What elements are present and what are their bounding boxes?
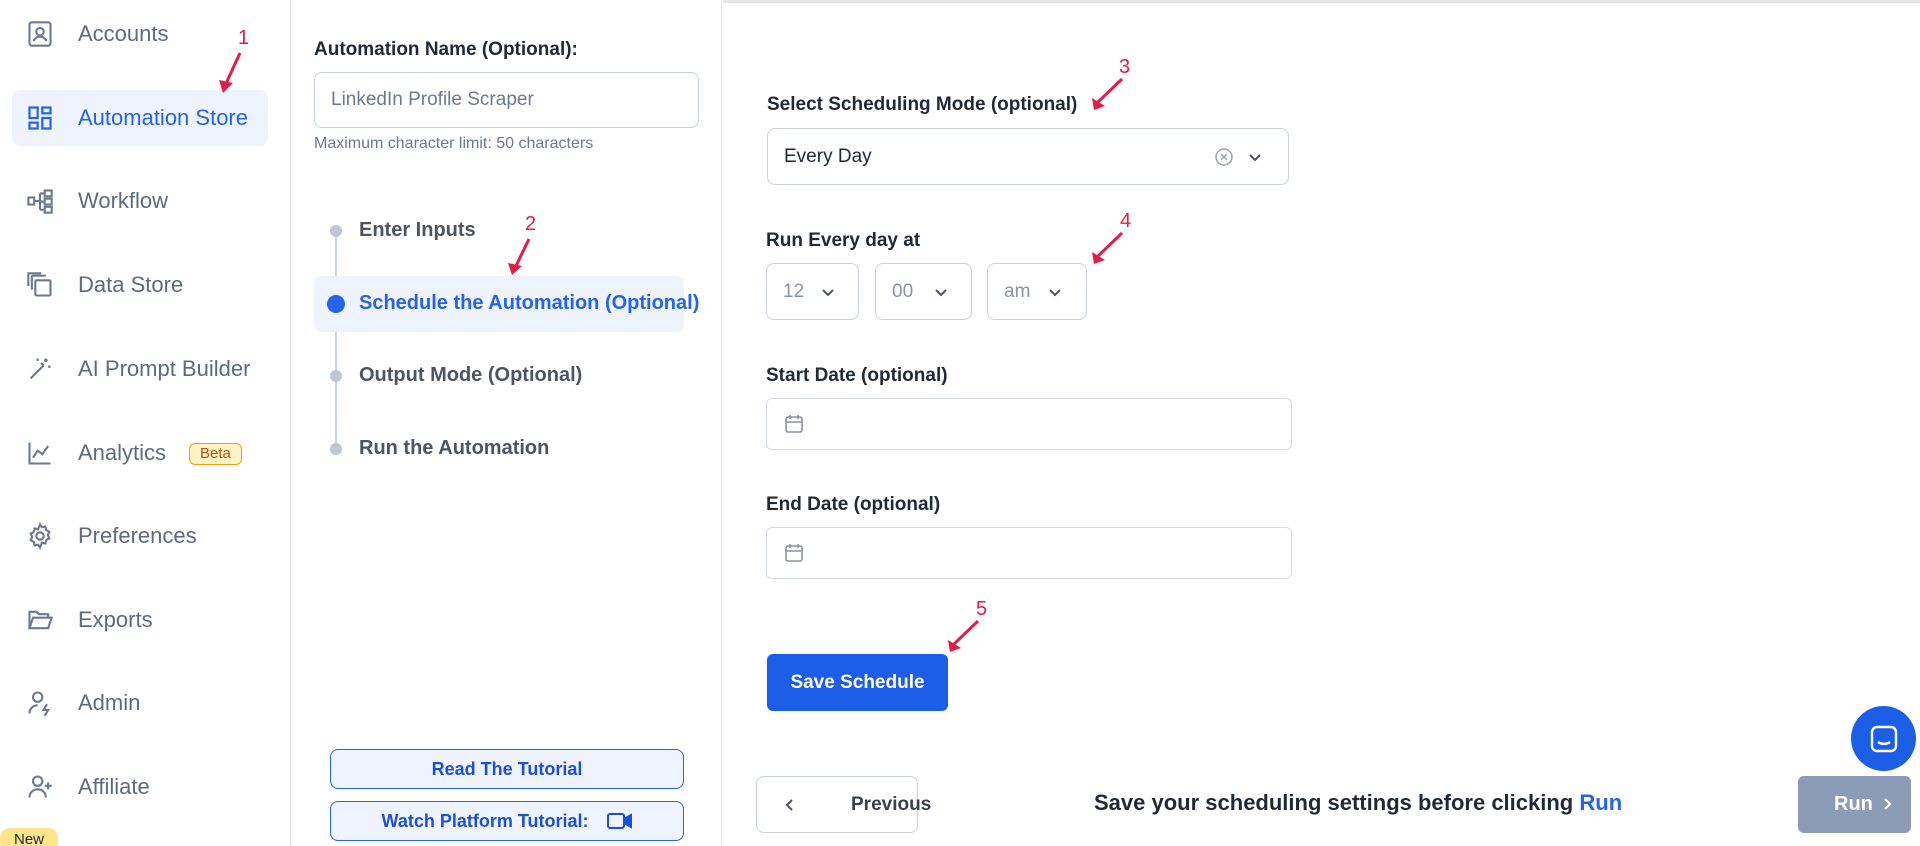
sidebar-item-label: Admin [78,690,141,715]
gear-icon [29,522,51,550]
minute-select[interactable]: 00 [875,263,972,320]
step-dot [330,370,342,382]
hint-text: Save your scheduling settings before cli… [1094,790,1574,815]
workflow-icon [27,189,53,214]
sidebar-item-affiliate[interactable]: Affiliate [12,759,268,815]
sidebar: Accounts Automation Store Workflow Data … [0,0,291,846]
step-output-mode[interactable]: Output Mode (Optional) [314,348,684,404]
video-camera-icon [606,813,632,829]
sidebar-item-preferences[interactable]: Preferences [12,508,268,564]
steps-connector-line [335,230,337,448]
ampm-select[interactable]: am [987,263,1087,320]
step-label: Run the Automation [359,437,550,459]
annotation-arrow [948,619,980,652]
beta-badge: Beta [189,443,242,465]
chevron-down-icon [1249,154,1261,162]
hour-select[interactable]: 12 [766,263,859,320]
line-chart-icon [28,442,51,465]
run-button[interactable]: Run [1798,776,1911,833]
sidebar-item-exports[interactable]: Exports [12,592,268,648]
sidebar-item-data-store[interactable]: Data Store [12,257,268,313]
chevron-down-icon [935,289,947,297]
schedule-panel: Select Scheduling Mode (optional) Every … [723,0,1920,846]
run-label: Run [1834,793,1873,815]
chat-icon [1870,725,1898,753]
hint-run-accent: Run [1579,790,1623,815]
chevron-right-icon [1884,798,1892,810]
sidebar-item-admin[interactable]: Admin [12,675,268,731]
watch-platform-tutorial-button[interactable]: Watch Platform Tutorial: [330,801,684,841]
annotation-arrow [1092,231,1124,264]
sidebar-item-label: AI Prompt Builder [78,356,251,381]
user-admin-icon [28,691,51,717]
previous-button[interactable]: Previous [756,776,931,833]
annotation-arrow [508,238,531,275]
scheduling-mode-label: Select Scheduling Mode (optional) [767,94,1078,115]
dashboard-grid-icon [28,106,52,130]
step-dot [327,295,345,313]
calendar-icon [785,415,803,433]
sidebar-item-label: Accounts [78,21,169,46]
sidebar-item-ai-prompt-builder[interactable]: AI Prompt Builder [12,341,268,397]
automation-name-input[interactable] [314,72,699,128]
scheduling-mode-select[interactable]: Every Day [767,128,1289,185]
account-icon [28,21,52,47]
sidebar-item-label: Affiliate [78,774,150,799]
character-limit-helper: Maximum character limit: 50 characters [314,135,594,152]
calendar-icon [785,544,803,562]
step-label: Output Mode (Optional) [359,364,583,386]
magic-wand-icon [29,358,51,380]
end-date-label: End Date (optional) [766,494,941,515]
hour-value: 12 [783,281,805,302]
save-schedule-button[interactable]: Save Schedule [767,654,948,711]
automation-steps-panel: Automation Name (Optional): Maximum char… [292,0,722,846]
previous-label: Previous [851,794,932,815]
sidebar-item-analytics[interactable]: Analytics Beta [12,425,268,481]
end-date-input[interactable] [766,527,1292,579]
annotation-number: 1 [238,27,250,49]
read-tutorial-button[interactable]: Read The Tutorial [330,749,684,789]
scheduling-mode-value: Every Day [784,146,872,167]
clear-circle-icon[interactable] [1214,147,1234,167]
sidebar-item-label: Exports [78,607,153,632]
step-enter-inputs[interactable]: Enter Inputs [314,203,684,259]
sidebar-item-label: Workflow [78,188,169,213]
annotation-arrow [219,52,242,93]
schedule-hint: Save your scheduling settings before cli… [1094,790,1622,816]
sidebar-item-label: Automation Store [78,105,248,130]
sidebar-item-automation-store[interactable]: Automation Store [12,90,268,146]
read-tutorial-label: Read The Tutorial [431,758,583,779]
run-time-label: Run Every day at [766,230,921,251]
step-label: Schedule the Automation (Optional) [359,292,700,314]
sidebar-item-label: Preferences [78,523,197,548]
chevron-left-icon [785,799,793,811]
step-schedule-automation[interactable]: Schedule the Automation (Optional) [314,276,699,332]
user-plus-icon [28,775,52,798]
chat-support-button[interactable] [1851,706,1916,771]
chevron-down-icon [1049,289,1061,297]
copy-stack-icon [27,272,52,297]
chevron-down-icon [822,289,834,297]
watch-platform-tutorial-label: Watch Platform Tutorial: [381,810,589,831]
step-dot [330,225,342,237]
automation-name-label: Automation Name (Optional): [314,39,578,60]
sidebar-item-workflow[interactable]: Workflow [12,173,268,229]
new-badge: New [0,828,58,846]
sidebar-item-label: Analytics [78,440,167,465]
sidebar-item-label: Data Store [78,272,184,297]
ampm-value: am [1004,281,1031,302]
step-label: Enter Inputs [359,219,476,241]
start-date-label: Start Date (optional) [766,365,948,386]
start-date-input[interactable] [766,398,1292,450]
annotation-arrow [1092,77,1124,110]
folder-open-icon [28,610,54,630]
minute-value: 00 [892,281,914,302]
annotation-number: 2 [525,213,537,235]
step-run-automation[interactable]: Run the Automation [314,421,684,477]
step-dot [330,443,342,455]
